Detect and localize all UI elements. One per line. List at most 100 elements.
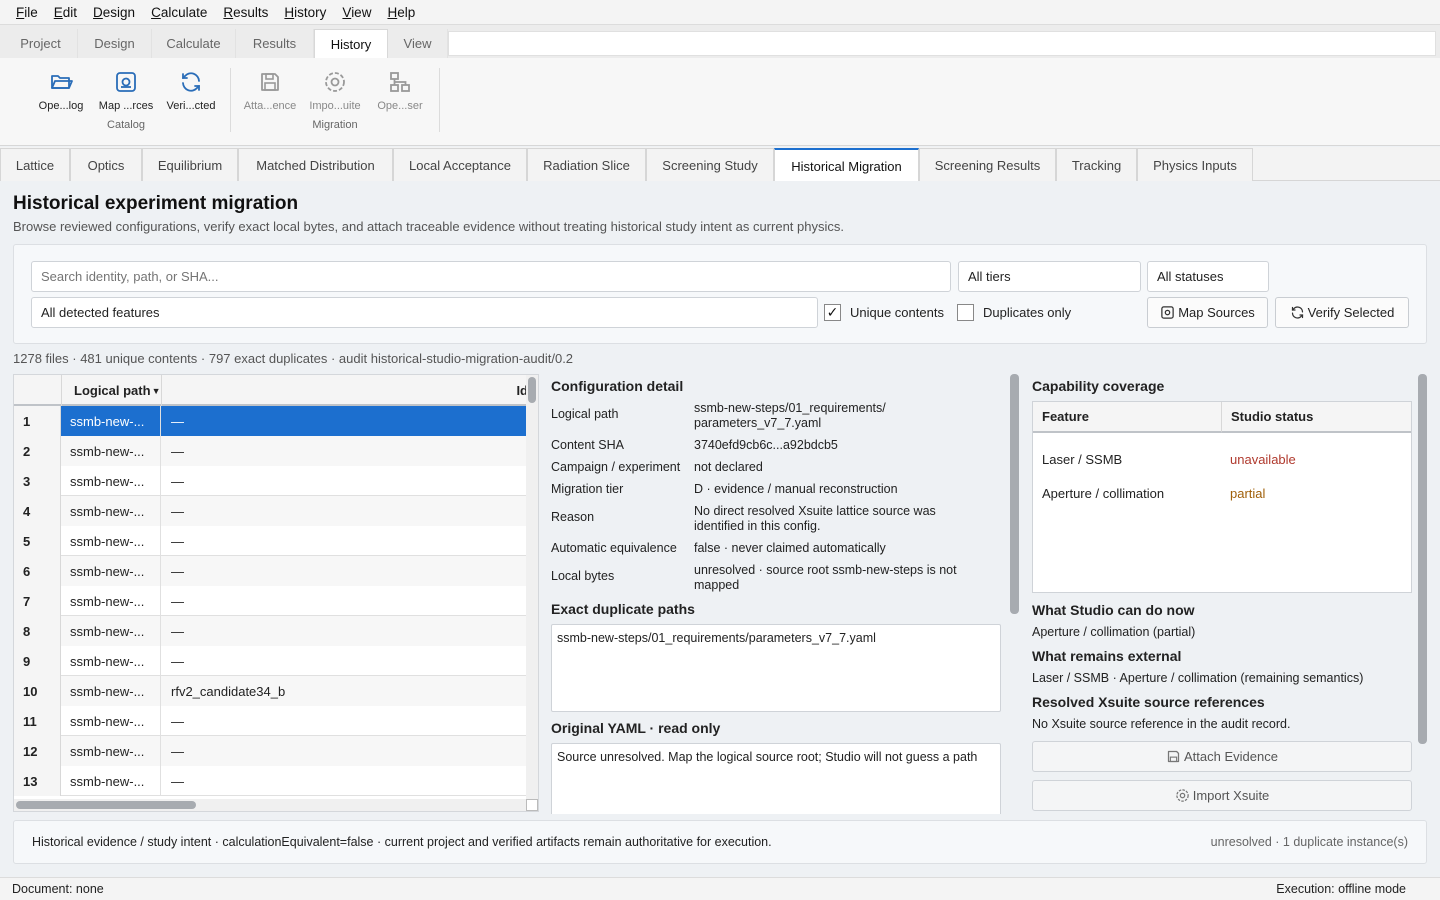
open-catalog-label: Ope...log: [38, 100, 84, 112]
tier-select[interactable]: All tiers: [958, 261, 1141, 292]
tab-local-acceptance[interactable]: Local Acceptance: [393, 148, 527, 181]
ribbon-tab-view[interactable]: View: [388, 29, 448, 58]
table-row[interactable]: 7 ssmb-new-... —: [14, 586, 528, 616]
menu-file[interactable]: File: [8, 5, 46, 20]
tab-optics[interactable]: Optics: [70, 148, 142, 181]
scroll-thumb[interactable]: [1418, 374, 1427, 744]
tab-tracking[interactable]: Tracking: [1056, 148, 1137, 181]
table-row[interactable]: 3 ssmb-new-... —: [14, 466, 528, 496]
menu-edit[interactable]: Edit: [46, 5, 85, 20]
cell-logical-path[interactable]: ssmb-new-...: [61, 436, 161, 466]
table-vertical-scrollbar[interactable]: [526, 375, 538, 799]
duplicates-only-checkbox[interactable]: Duplicates only: [957, 304, 1071, 321]
cell-identity[interactable]: —: [161, 406, 528, 436]
detail-value: not declared: [694, 460, 763, 474]
cell-logical-path[interactable]: ssmb-new-...: [61, 616, 161, 646]
cell-logical-path[interactable]: ssmb-new-...: [61, 736, 161, 766]
map-sources-button[interactable]: Map Sources: [1147, 297, 1268, 328]
tab-historical-migration[interactable]: Historical Migration: [774, 148, 919, 182]
status-select[interactable]: All statuses: [1147, 261, 1269, 292]
cell-identity[interactable]: —: [161, 586, 528, 616]
attach-evidence-label: Attach Evidence: [1184, 749, 1278, 764]
tab-equilibrium[interactable]: Equilibrium: [142, 148, 238, 181]
detail-scrollbar[interactable]: [1010, 374, 1019, 814]
scroll-thumb[interactable]: [528, 377, 536, 403]
ribbon-tab-calculate[interactable]: Calculate: [152, 29, 236, 58]
menu-design[interactable]: Design: [85, 5, 143, 20]
table-row[interactable]: 12 ssmb-new-... —: [14, 736, 528, 766]
cell-logical-path[interactable]: ssmb-new-...: [61, 706, 161, 736]
cell-identity[interactable]: —: [161, 706, 528, 736]
tab-screening-study[interactable]: Screening Study: [646, 148, 774, 181]
menu-results[interactable]: Results: [215, 5, 276, 20]
table-row[interactable]: 1 ssmb-new-... —: [14, 406, 528, 436]
map-sources-ribbon-button[interactable]: Map ...rces: [97, 70, 155, 112]
tab-radiation-slice[interactable]: Radiation Slice: [527, 148, 646, 181]
column-header-feature[interactable]: Feature: [1033, 402, 1222, 433]
row-number-header: [14, 375, 62, 406]
cell-logical-path[interactable]: ssmb-new-...: [61, 556, 161, 586]
cell-identity[interactable]: —: [161, 646, 528, 676]
cell-identity[interactable]: —: [161, 526, 528, 556]
capability-scrollbar[interactable]: [1418, 374, 1427, 814]
import-xsuite-ribbon-button[interactable]: Impo...uite: [306, 70, 364, 112]
detail-value: false · never claimed automatically: [694, 541, 886, 555]
table-row[interactable]: 13 ssmb-new-... —: [14, 766, 528, 796]
column-header-id[interactable]: Id: [162, 375, 528, 406]
cell-identity[interactable]: —: [161, 736, 528, 766]
cell-logical-path[interactable]: ssmb-new-...: [61, 496, 161, 526]
cell-identity[interactable]: —: [161, 556, 528, 586]
attach-evidence-button[interactable]: Attach Evidence: [1032, 741, 1412, 772]
tab-lattice[interactable]: Lattice: [0, 148, 70, 181]
scroll-thumb[interactable]: [16, 801, 196, 809]
table-row[interactable]: 8 ssmb-new-... —: [14, 616, 528, 646]
cell-identity[interactable]: rfv2_candidate34_b: [161, 676, 528, 706]
table-row[interactable]: 4 ssmb-new-... —: [14, 496, 528, 526]
menu-bar: File Edit Design Calculate Results Histo…: [0, 0, 1440, 25]
ribbon-tab-design[interactable]: Design: [78, 29, 152, 58]
cell-logical-path[interactable]: ssmb-new-...: [61, 586, 161, 616]
column-header-studio-status[interactable]: Studio status: [1222, 402, 1411, 433]
scroll-thumb[interactable]: [1010, 374, 1019, 614]
cell-identity[interactable]: —: [161, 496, 528, 526]
verify-selected-ribbon-button[interactable]: Veri...cted: [162, 70, 220, 112]
import-xsuite-button[interactable]: Import Xsuite: [1032, 780, 1412, 811]
cell-identity[interactable]: —: [161, 466, 528, 496]
tab-matched-distribution[interactable]: Matched Distribution: [238, 148, 393, 181]
cell-logical-path[interactable]: ssmb-new-...: [61, 466, 161, 496]
table-horizontal-scrollbar[interactable]: [14, 799, 528, 811]
verify-selected-button[interactable]: Verify Selected: [1275, 297, 1409, 328]
cell-logical-path[interactable]: ssmb-new-...: [61, 526, 161, 556]
open-browser-ribbon-button[interactable]: Ope...ser: [371, 70, 429, 112]
cell-identity[interactable]: —: [161, 766, 528, 796]
tab-screening-results[interactable]: Screening Results: [919, 148, 1056, 181]
table-row[interactable]: 2 ssmb-new-... —: [14, 436, 528, 466]
table-row[interactable]: 10 ssmb-new-... rfv2_candidate34_b: [14, 676, 528, 706]
table-row[interactable]: 6 ssmb-new-... —: [14, 556, 528, 586]
open-catalog-button[interactable]: Ope...log: [32, 70, 90, 112]
menu-history[interactable]: History: [276, 5, 334, 20]
menu-calculate[interactable]: Calculate: [143, 5, 215, 20]
original-yaml-box[interactable]: Source unresolved. Map the logical sourc…: [551, 743, 1001, 814]
unique-contents-checkbox[interactable]: ✓ Unique contents: [824, 304, 944, 321]
table-row[interactable]: 9 ssmb-new-... —: [14, 646, 528, 676]
column-header-logical-path[interactable]: Logical path ▼: [62, 375, 162, 406]
ribbon-tab-history[interactable]: History: [314, 29, 388, 58]
cell-identity[interactable]: —: [161, 436, 528, 466]
ribbon-tab-project[interactable]: Project: [4, 29, 78, 58]
ribbon-tab-results[interactable]: Results: [236, 29, 314, 58]
attach-evidence-ribbon-button[interactable]: Atta...ence: [241, 70, 299, 112]
cell-identity[interactable]: —: [161, 616, 528, 646]
cell-logical-path[interactable]: ssmb-new-...: [61, 406, 161, 436]
search-input[interactable]: [31, 261, 951, 292]
cell-logical-path[interactable]: ssmb-new-...: [61, 646, 161, 676]
menu-view[interactable]: View: [334, 5, 379, 20]
tab-physics-inputs[interactable]: Physics Inputs: [1137, 148, 1253, 181]
menu-help[interactable]: Help: [379, 5, 423, 20]
duplicate-paths-box[interactable]: ssmb-new-steps/01_requirements/parameter…: [551, 624, 1001, 712]
features-select[interactable]: All detected features: [31, 297, 818, 328]
table-row[interactable]: 5 ssmb-new-... —: [14, 526, 528, 556]
cell-logical-path[interactable]: ssmb-new-...: [61, 676, 161, 706]
table-row[interactable]: 11 ssmb-new-... —: [14, 706, 528, 736]
cell-logical-path[interactable]: ssmb-new-...: [61, 766, 161, 796]
